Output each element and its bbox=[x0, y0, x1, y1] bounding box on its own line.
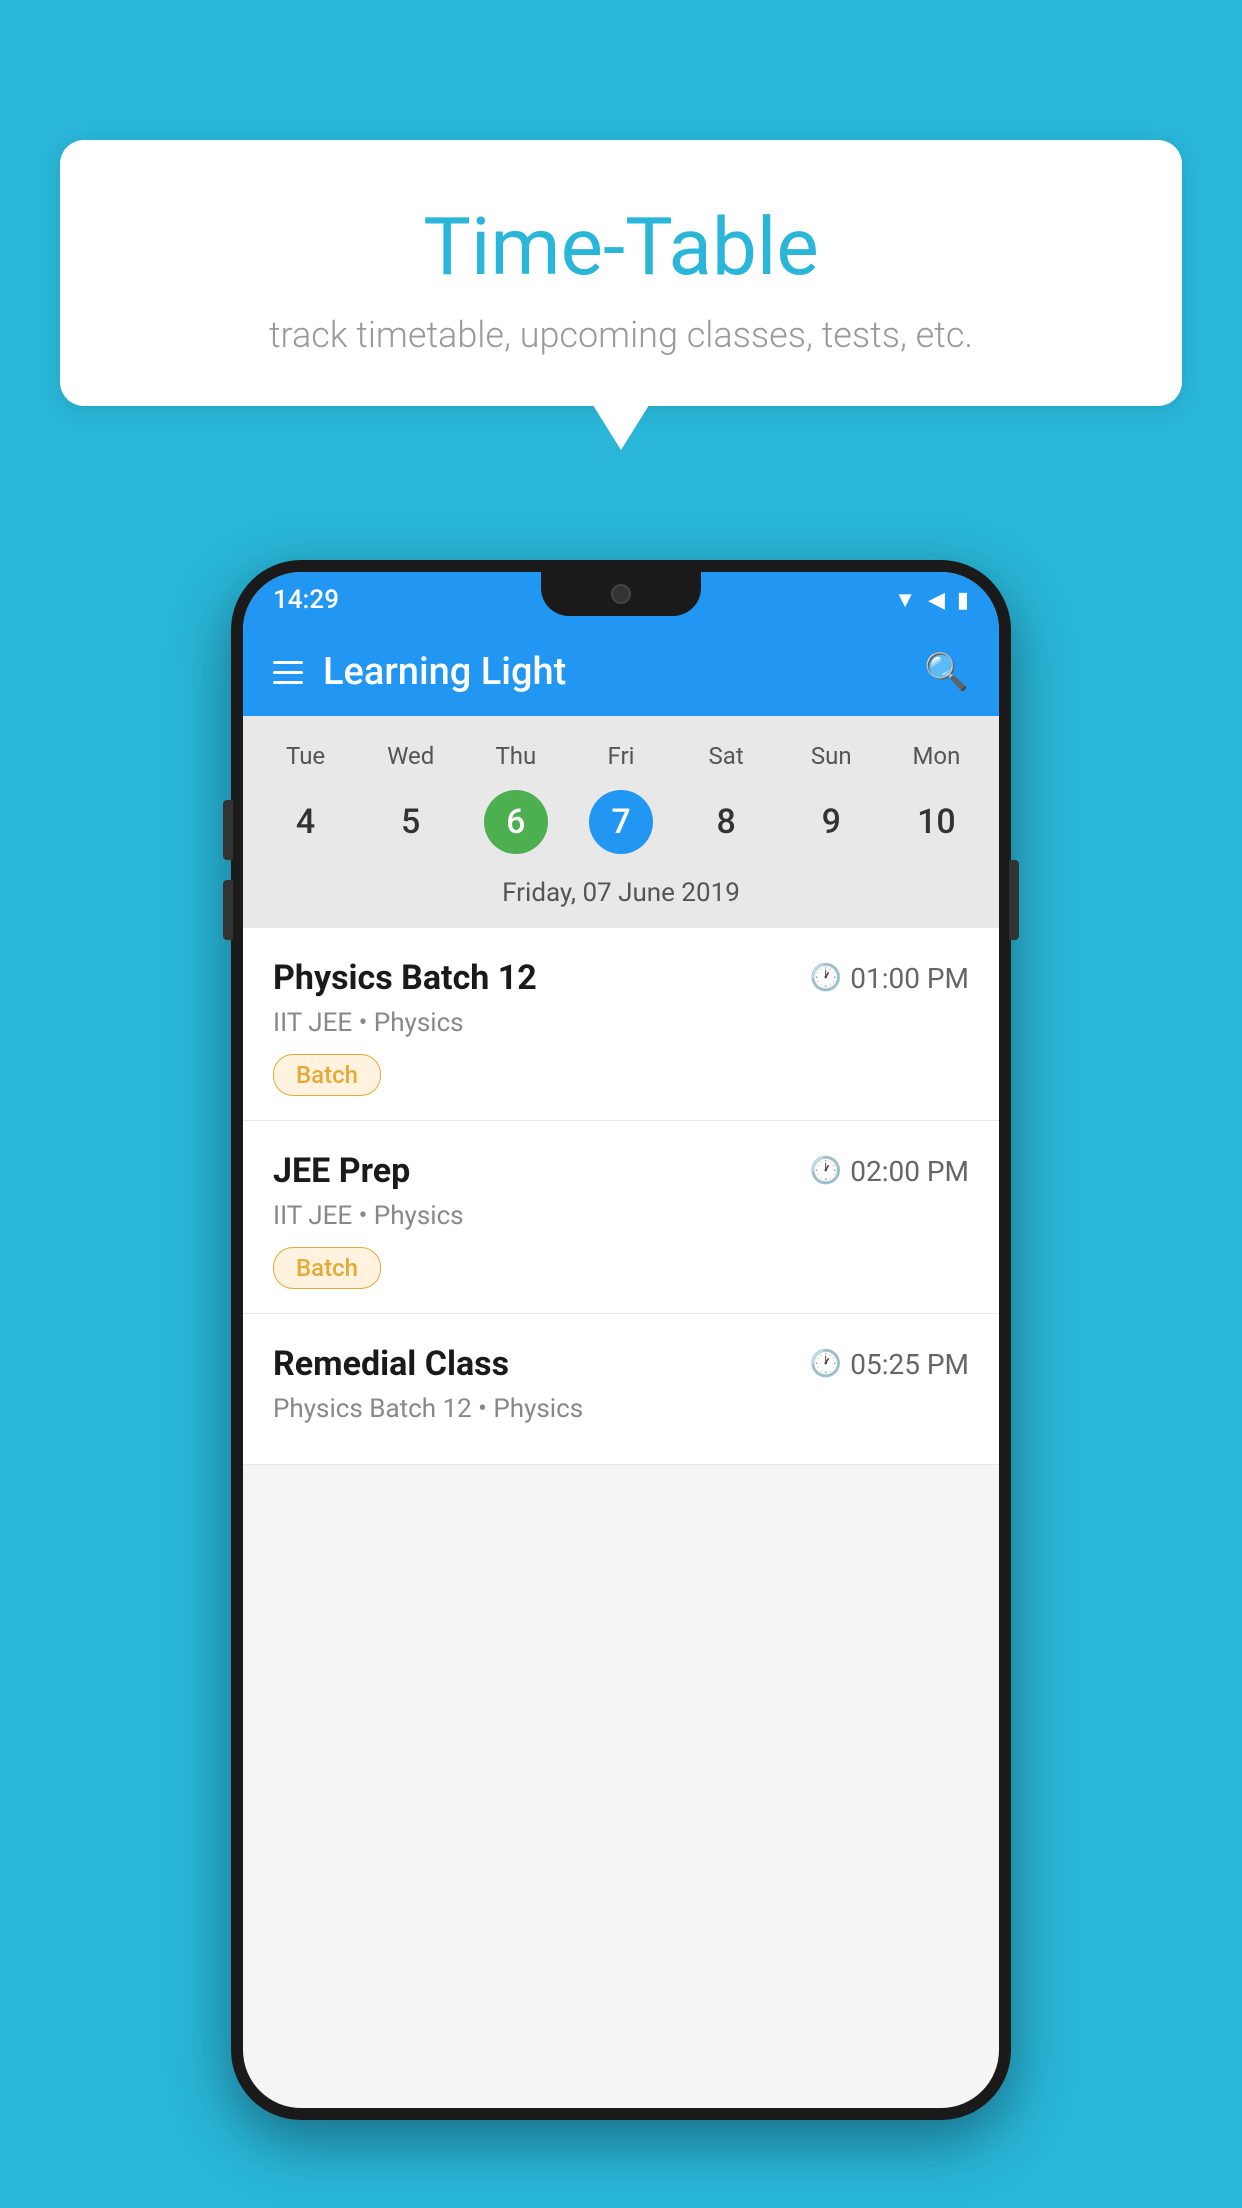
clock-icon-1: 🕐 bbox=[810, 963, 842, 993]
app-bar: Learning Light 🔍 bbox=[243, 628, 999, 716]
app-bar-left: Learning Light bbox=[273, 650, 566, 694]
day-6-today[interactable]: 6 bbox=[484, 790, 548, 854]
schedule-title-2: JEE Prep bbox=[273, 1151, 410, 1191]
schedule-item-3[interactable]: Remedial Class 🕐 05:25 PM Physics Batch … bbox=[243, 1314, 999, 1465]
bubble-title: Time-Table bbox=[100, 200, 1142, 294]
schedule-meta-3: Physics Batch 12 • Physics bbox=[273, 1394, 969, 1424]
schedule-list: Physics Batch 12 🕐 01:00 PM IIT JEE • Ph… bbox=[243, 928, 999, 1465]
day-label-tue: Tue bbox=[253, 732, 358, 780]
schedule-title-3: Remedial Class bbox=[273, 1344, 509, 1384]
schedule-title-1: Physics Batch 12 bbox=[273, 958, 537, 998]
time-value-1: 01:00 PM bbox=[850, 962, 969, 995]
day-4[interactable]: 4 bbox=[253, 790, 358, 854]
schedule-item-1[interactable]: Physics Batch 12 🕐 01:00 PM IIT JEE • Ph… bbox=[243, 928, 999, 1121]
schedule-time-3: 🕐 05:25 PM bbox=[810, 1348, 969, 1381]
day-8[interactable]: 8 bbox=[674, 790, 779, 854]
status-icons: ▼ ◀ ▮ bbox=[894, 587, 969, 613]
schedule-item-header-2: JEE Prep 🕐 02:00 PM bbox=[273, 1151, 969, 1191]
camera bbox=[611, 584, 631, 604]
volume-up-button bbox=[223, 800, 233, 860]
power-button bbox=[1009, 860, 1019, 940]
speech-bubble: Time-Table track timetable, upcoming cla… bbox=[60, 140, 1182, 406]
battery-icon: ▮ bbox=[957, 588, 969, 613]
phone-frame: 14:29 ▼ ◀ ▮ Learning bbox=[231, 560, 1011, 2120]
app-title: Learning Light bbox=[323, 650, 566, 694]
volume-down-button bbox=[223, 880, 233, 940]
day-5[interactable]: 5 bbox=[358, 790, 463, 854]
selected-date-label: Friday, 07 June 2019 bbox=[243, 870, 999, 928]
day-label-wed: Wed bbox=[358, 732, 463, 780]
notch bbox=[541, 572, 701, 616]
batch-badge-1: Batch bbox=[273, 1054, 381, 1096]
day-9[interactable]: 9 bbox=[779, 790, 884, 854]
day-label-fri: Fri bbox=[568, 732, 673, 780]
phone-screen: 14:29 ▼ ◀ ▮ Learning bbox=[243, 572, 999, 2108]
status-time: 14:29 bbox=[273, 585, 339, 615]
clock-icon-2: 🕐 bbox=[810, 1156, 842, 1186]
calendar-strip: Tue Wed Thu Fri Sat Sun Mon 4 5 6 7 8 bbox=[243, 716, 999, 928]
wifi-icon: ▼ bbox=[894, 587, 916, 613]
bubble-subtitle: track timetable, upcoming classes, tests… bbox=[100, 314, 1142, 356]
schedule-item-2[interactable]: JEE Prep 🕐 02:00 PM IIT JEE • Physics Ba… bbox=[243, 1121, 999, 1314]
day-10[interactable]: 10 bbox=[884, 790, 989, 854]
speech-bubble-container: Time-Table track timetable, upcoming cla… bbox=[60, 140, 1182, 406]
days-header: Tue Wed Thu Fri Sat Sun Mon bbox=[243, 732, 999, 780]
time-value-2: 02:00 PM bbox=[850, 1155, 969, 1188]
schedule-item-header-3: Remedial Class 🕐 05:25 PM bbox=[273, 1344, 969, 1384]
signal-icon: ◀ bbox=[928, 588, 945, 613]
schedule-item-header-1: Physics Batch 12 🕐 01:00 PM bbox=[273, 958, 969, 998]
schedule-time-1: 🕐 01:00 PM bbox=[810, 962, 969, 995]
schedule-meta-1: IIT JEE • Physics bbox=[273, 1008, 969, 1038]
day-label-mon: Mon bbox=[884, 732, 989, 780]
batch-badge-2: Batch bbox=[273, 1247, 381, 1289]
clock-icon-3: 🕐 bbox=[810, 1349, 842, 1379]
phone-mockup: 14:29 ▼ ◀ ▮ Learning bbox=[231, 560, 1011, 2120]
schedule-meta-2: IIT JEE • Physics bbox=[273, 1201, 969, 1231]
search-icon[interactable]: 🔍 bbox=[924, 651, 969, 693]
hamburger-menu-icon[interactable] bbox=[273, 661, 303, 684]
day-7-selected[interactable]: 7 bbox=[589, 790, 653, 854]
schedule-time-2: 🕐 02:00 PM bbox=[810, 1155, 969, 1188]
time-value-3: 05:25 PM bbox=[850, 1348, 969, 1381]
day-label-sat: Sat bbox=[674, 732, 779, 780]
day-label-thu: Thu bbox=[463, 732, 568, 780]
day-label-sun: Sun bbox=[779, 732, 884, 780]
days-numbers: 4 5 6 7 8 9 10 bbox=[243, 780, 999, 870]
